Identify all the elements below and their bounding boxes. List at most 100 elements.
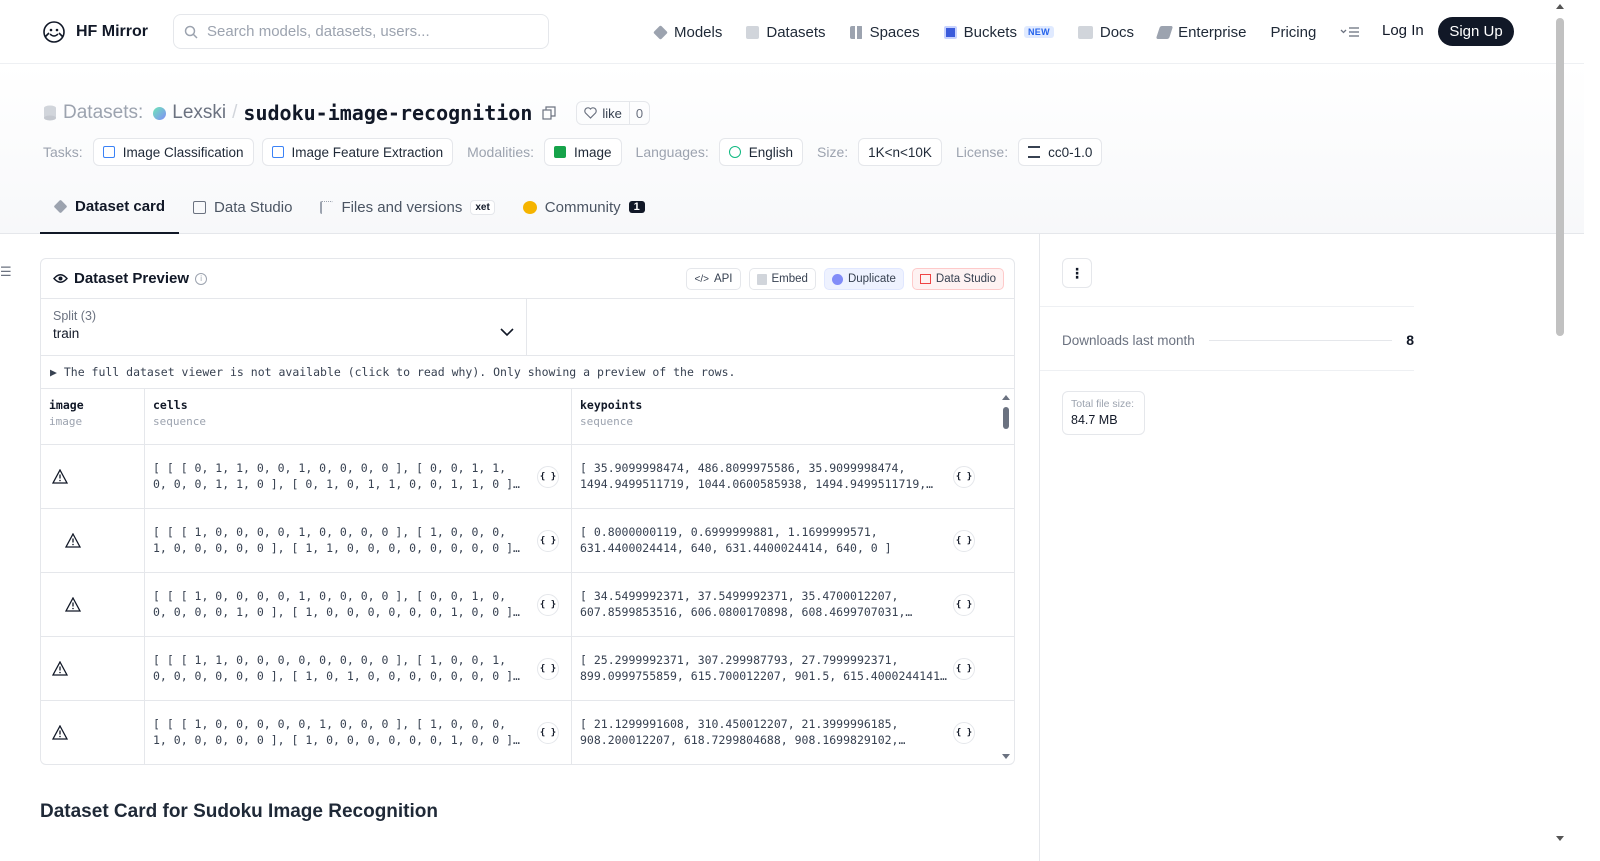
tab-dataset-card[interactable]: Dataset card <box>40 194 180 234</box>
heart-icon <box>584 107 598 119</box>
chevron-down-icon <box>500 328 514 337</box>
nav-buckets[interactable]: Buckets NEW <box>943 24 1054 41</box>
api-button[interactable]: </> API <box>686 268 741 290</box>
json-view-icon[interactable]: { } <box>953 657 975 680</box>
tag-language-english[interactable]: English <box>718 138 803 166</box>
column-type: image <box>49 415 83 428</box>
cells-cell[interactable]: [ [ [ 1, 1, 0, 0, 0, 0, 0, 0, 0, 0 ], [ … <box>145 637 572 700</box>
keypoints-cell[interactable]: [ 21.1299991608, 310.450012207, 21.39999… <box>572 701 999 764</box>
tab-label: Files and versions <box>341 198 463 216</box>
tab-files-versions[interactable]: Files and versions xet <box>306 194 508 234</box>
scroll-down-arrow-icon[interactable] <box>1556 836 1564 841</box>
cells-value: [ [ [ 1, 0, 0, 0, 0, 1, 0, 0, 0, 0 ], [ … <box>153 589 520 619</box>
signup-button[interactable]: Sign Up <box>1438 17 1514 46</box>
split-value: train <box>53 326 80 341</box>
database-icon <box>44 105 56 121</box>
json-view-icon[interactable]: { } <box>537 657 559 680</box>
image-cell[interactable] <box>41 445 145 508</box>
warning-icon <box>52 469 68 484</box>
copy-icon[interactable] <box>542 106 556 120</box>
json-view-icon[interactable]: { } <box>537 529 559 552</box>
search-input[interactable] <box>207 23 527 40</box>
nav-spaces[interactable]: Spaces <box>849 24 920 41</box>
like-button[interactable]: like 0 <box>576 101 651 125</box>
split-select[interactable]: Split (3) train <box>41 299 527 355</box>
dataset-card-heading: Dataset Card for Sudoku Image Recognitio… <box>40 801 438 822</box>
keypoints-cell[interactable]: [ 0.8000000119, 0.6999999881, 1.16999995… <box>572 509 999 572</box>
json-view-icon[interactable]: { } <box>537 465 559 488</box>
repo-name[interactable]: sudoku-image-recognition <box>243 101 532 125</box>
nav-docs[interactable]: Docs <box>1077 23 1135 41</box>
eye-icon <box>53 274 68 283</box>
tab-community[interactable]: Community 1 <box>509 194 659 234</box>
image-feature-extraction-icon <box>271 146 284 158</box>
cells-cell[interactable]: [ [ [ 1, 0, 0, 0, 0, 1, 0, 0, 0, 0 ], [ … <box>145 509 572 572</box>
tag-label: English <box>748 144 793 160</box>
duplicate-icon <box>831 273 843 285</box>
json-view-icon[interactable]: { } <box>953 721 975 744</box>
tag-image-modality[interactable]: Image <box>544 138 622 166</box>
nav-datasets[interactable]: Datasets <box>746 24 826 41</box>
nav-docs-label: Docs <box>1099 23 1135 41</box>
column-header-image: image image <box>41 389 145 444</box>
table-scrollbar[interactable] <box>1001 393 1011 761</box>
new-badge: NEW <box>1023 26 1054 38</box>
duplicate-button[interactable]: Duplicate <box>823 268 904 290</box>
json-view-icon[interactable]: { } <box>537 593 559 616</box>
scroll-up-arrow-icon[interactable] <box>1556 4 1564 9</box>
image-cell[interactable] <box>41 509 145 572</box>
downloads-stat: Downloads last month 8 <box>1062 332 1414 348</box>
embed-button[interactable]: Embed <box>748 268 816 290</box>
repo-owner[interactable]: Lexski <box>172 102 226 124</box>
book-icon <box>1077 25 1093 39</box>
repo-type-label: Datasets: <box>63 102 144 123</box>
tag-license[interactable]: cc0-1.0 <box>1018 138 1103 166</box>
tag-size[interactable]: 1K<n<10K <box>858 138 942 166</box>
brand-logo[interactable]: HF Mirror <box>42 20 148 44</box>
json-view-icon[interactable]: { } <box>537 721 559 744</box>
data-studio-button[interactable]: Data Studio <box>911 268 1004 290</box>
scroll-down-arrow-icon[interactable] <box>1002 754 1010 759</box>
keypoints-cell[interactable]: [ 34.5499992371, 37.5499992371, 35.47000… <box>572 573 999 636</box>
json-view-icon[interactable]: { } <box>953 529 975 552</box>
sidebar-separator <box>1040 306 1414 307</box>
scroll-up-arrow-icon[interactable] <box>1002 395 1010 400</box>
community-icon <box>522 200 537 214</box>
column-type: sequence <box>580 415 633 428</box>
tag-image-classification[interactable]: Image Classification <box>92 138 254 166</box>
modalities-label: Modalities: <box>467 144 534 160</box>
page-scrollbar[interactable] <box>1553 0 1568 861</box>
viewer-notice[interactable]: ▶ The full dataset viewer is not availab… <box>41 356 1014 389</box>
nav-pricing[interactable]: Pricing <box>1270 24 1316 41</box>
preview-title: Dataset Preview <box>74 270 190 287</box>
image-cell[interactable] <box>41 637 145 700</box>
keypoints-cell[interactable]: [ 25.2999992371, 307.299987793, 27.79999… <box>572 637 999 700</box>
cells-value: [ [ [ 0, 1, 1, 0, 0, 1, 0, 0, 0, 0 ], [ … <box>153 461 520 491</box>
code-icon: </> <box>694 273 709 285</box>
nav-enterprise[interactable]: Enterprise <box>1155 24 1246 41</box>
search-box[interactable] <box>173 14 549 49</box>
scrollbar-thumb[interactable] <box>1556 18 1564 336</box>
column-header-cells: cells sequence <box>145 389 572 444</box>
preview-table: image image cells sequence keypoints seq… <box>41 389 1014 764</box>
cells-cell[interactable]: [ [ [ 0, 1, 1, 0, 0, 1, 0, 0, 0, 0 ], [ … <box>145 445 572 508</box>
json-view-icon[interactable]: { } <box>953 465 975 488</box>
preview-actions: </> API Embed Duplicate Data Studio <box>686 268 1004 290</box>
image-cell[interactable] <box>41 701 145 764</box>
image-icon <box>554 146 566 158</box>
nav-more-menu[interactable] <box>1340 26 1360 38</box>
tab-data-studio[interactable]: Data Studio <box>179 194 306 234</box>
scrollbar-thumb[interactable] <box>1003 407 1009 429</box>
info-icon[interactable]: i <box>195 272 208 285</box>
cells-cell[interactable]: [ [ [ 1, 0, 0, 0, 0, 0, 1, 0, 0, 0 ], [ … <box>145 701 572 764</box>
table-row: [ [ [ 0, 1, 1, 0, 0, 1, 0, 0, 0, 0 ], [ … <box>41 445 1014 509</box>
more-options-button[interactable]: ⋮ <box>1062 258 1092 288</box>
tag-image-feature-extraction[interactable]: Image Feature Extraction <box>261 138 454 166</box>
nav-models[interactable]: Models <box>653 24 722 41</box>
json-view-icon[interactable]: { } <box>953 593 975 616</box>
login-link[interactable]: Log In <box>1382 22 1424 39</box>
keypoints-cell[interactable]: [ 35.9099998474, 486.8099975586, 35.9099… <box>572 445 999 508</box>
sidebar-toggle-icon[interactable]: ☰ <box>0 264 12 280</box>
image-cell[interactable] <box>41 573 145 636</box>
cells-cell[interactable]: [ [ [ 1, 0, 0, 0, 0, 1, 0, 0, 0, 0 ], [ … <box>145 573 572 636</box>
